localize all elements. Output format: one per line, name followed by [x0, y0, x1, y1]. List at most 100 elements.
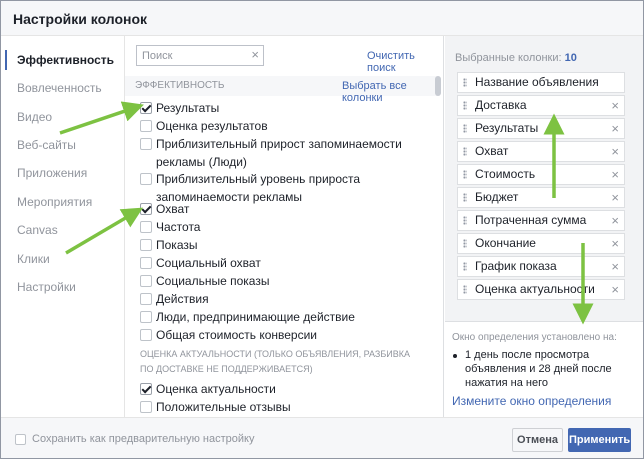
option-results[interactable]: Результаты [140, 99, 430, 117]
selected-column-label: Оценка актуальности [475, 282, 595, 296]
checkbox[interactable] [140, 102, 152, 114]
selected-column-label: Стоимость [475, 167, 536, 181]
option-impressions[interactable]: Показы [140, 236, 430, 254]
cancel-button[interactable]: Отмена [512, 428, 563, 452]
option-actions[interactable]: Действия [140, 290, 430, 308]
remove-icon[interactable]: × [611, 188, 619, 207]
search-box: × [136, 45, 264, 66]
save-preset-checkbox[interactable] [15, 434, 26, 445]
selected-column-label: Бюджет [475, 190, 519, 204]
checkbox[interactable] [140, 120, 152, 132]
apply-button[interactable]: Применить [568, 428, 631, 452]
nav-item-apps[interactable]: Приложения [5, 163, 123, 183]
option-results-rating[interactable]: Оценка результатов [140, 117, 430, 135]
selected-column-item[interactable]: Бюджет × [457, 187, 625, 208]
nav-item-canvas[interactable]: Canvas [5, 220, 123, 240]
remove-icon[interactable]: × [611, 211, 619, 230]
nav-item-events[interactable]: Мероприятия [5, 192, 123, 212]
option-social-impressions[interactable]: Социальные показы [140, 272, 430, 290]
drag-handle-icon[interactable] [463, 78, 467, 87]
checkbox[interactable] [140, 203, 152, 215]
drag-handle-icon[interactable] [463, 239, 467, 248]
drag-handle-icon[interactable] [463, 124, 467, 133]
selected-columns-panel: Выбранные колонки: 10 Название объявлени… [445, 36, 643, 417]
drag-handle-icon[interactable] [463, 101, 467, 110]
checkbox[interactable] [140, 275, 152, 287]
checkbox[interactable] [140, 311, 152, 323]
option-label: Люди, предпринимающие действие [156, 310, 355, 324]
checkbox[interactable] [140, 173, 152, 185]
drag-handle-icon[interactable] [463, 285, 467, 294]
remove-icon[interactable]: × [611, 165, 619, 184]
checkbox[interactable] [140, 138, 152, 150]
selected-column-label: Название объявления [475, 75, 599, 89]
checkbox[interactable] [140, 329, 152, 341]
checkbox[interactable] [140, 383, 152, 395]
change-attribution-link[interactable]: Измените окно определения [452, 394, 611, 408]
category-nav: Эффективность Вовлеченность Видео Веб-са… [1, 36, 124, 417]
selected-column-label: Потраченная сумма [475, 213, 587, 227]
dialog-titlebar: Настройки колонок [1, 1, 643, 36]
drag-handle-icon[interactable] [463, 170, 467, 179]
selected-column-label: Результаты [475, 121, 539, 135]
search-input[interactable] [137, 46, 243, 65]
option-ad-recall-lift-people[interactable]: Приблизительный прирост запоминаемости р… [140, 135, 430, 171]
option-label: Результаты [156, 101, 220, 115]
selected-column-item[interactable]: Название объявления [457, 72, 625, 93]
option-positive-feedback[interactable]: Положительные отзывы [140, 398, 430, 416]
option-total-conversion-cost[interactable]: Общая стоимость конверсии [140, 326, 430, 344]
remove-icon[interactable]: × [611, 142, 619, 161]
selected-column-item[interactable]: Доставка × [457, 95, 625, 116]
option-frequency[interactable]: Частота [140, 218, 430, 236]
option-label: Охват [156, 202, 190, 216]
option-label: Действия [156, 292, 209, 306]
nav-item-clicks[interactable]: Клики [5, 249, 123, 269]
save-preset-label[interactable]: Сохранить как предварительную настройку [32, 433, 254, 445]
remove-icon[interactable]: × [611, 119, 619, 138]
attribution-heading: Окно определения установлено на: [452, 332, 617, 343]
checkbox[interactable] [140, 293, 152, 305]
selected-column-label: Охват [475, 144, 509, 158]
nav-item-performance[interactable]: Эффективность [5, 50, 123, 70]
nav-item-engagement[interactable]: Вовлеченность [5, 78, 123, 98]
option-people-taking-action[interactable]: Люди, предпринимающие действие [140, 308, 430, 326]
selected-column-item[interactable]: Оценка актуальности × [457, 279, 625, 300]
clear-search-link[interactable]: Очистить поиск [367, 50, 443, 74]
selected-column-item[interactable]: Стоимость × [457, 164, 625, 185]
checkbox[interactable] [140, 221, 152, 233]
checkbox[interactable] [140, 257, 152, 269]
column-settings-dialog: Настройки колонок Эффективность Вовлечен… [0, 0, 644, 459]
selected-column-item[interactable]: Охват × [457, 141, 625, 162]
selected-column-label: Окончание [475, 236, 536, 250]
drag-handle-icon[interactable] [463, 147, 467, 156]
option-label: Общая стоимость конверсии [156, 328, 318, 342]
checkbox[interactable] [140, 239, 152, 251]
relevance-section-label: ОЦЕНКА АКТУАЛЬНОСТИ (ТОЛЬКО ОБЪЯВЛЕНИЯ, … [140, 349, 410, 374]
drag-handle-icon[interactable] [463, 193, 467, 202]
option-reach[interactable]: Охват [140, 200, 430, 218]
scrollbar-thumb[interactable] [435, 76, 441, 96]
remove-icon[interactable]: × [611, 96, 619, 115]
nav-item-video[interactable]: Видео [5, 107, 123, 127]
drag-handle-icon[interactable] [463, 216, 467, 225]
checkbox[interactable] [140, 401, 152, 413]
option-label: Социальный охват [156, 256, 261, 270]
remove-icon[interactable]: × [611, 234, 619, 253]
column-options-panel: × Очистить поиск ЭФФЕКТИВНОСТЬ Выбрать в… [124, 36, 444, 417]
dialog-title: Настройки колонок [13, 11, 148, 27]
option-social-reach[interactable]: Социальный охват [140, 254, 430, 272]
dialog-footer: Сохранить как предварительную настройку … [1, 417, 643, 458]
nav-item-settings[interactable]: Настройки [5, 277, 123, 297]
remove-icon[interactable]: × [611, 280, 619, 299]
selected-column-item[interactable]: Потраченная сумма × [457, 210, 625, 231]
option-label: Частота [156, 220, 201, 234]
close-icon[interactable]: × [251, 47, 259, 62]
nav-item-websites[interactable]: Веб-сайты [5, 135, 123, 155]
option-relevance-score[interactable]: Оценка актуальности [140, 380, 430, 398]
remove-icon[interactable]: × [611, 257, 619, 276]
selected-column-item[interactable]: Результаты × [457, 118, 625, 139]
selected-column-label: График показа [475, 259, 557, 273]
selected-column-item[interactable]: График показа × [457, 256, 625, 277]
drag-handle-icon[interactable] [463, 262, 467, 271]
selected-column-item[interactable]: Окончание × [457, 233, 625, 254]
